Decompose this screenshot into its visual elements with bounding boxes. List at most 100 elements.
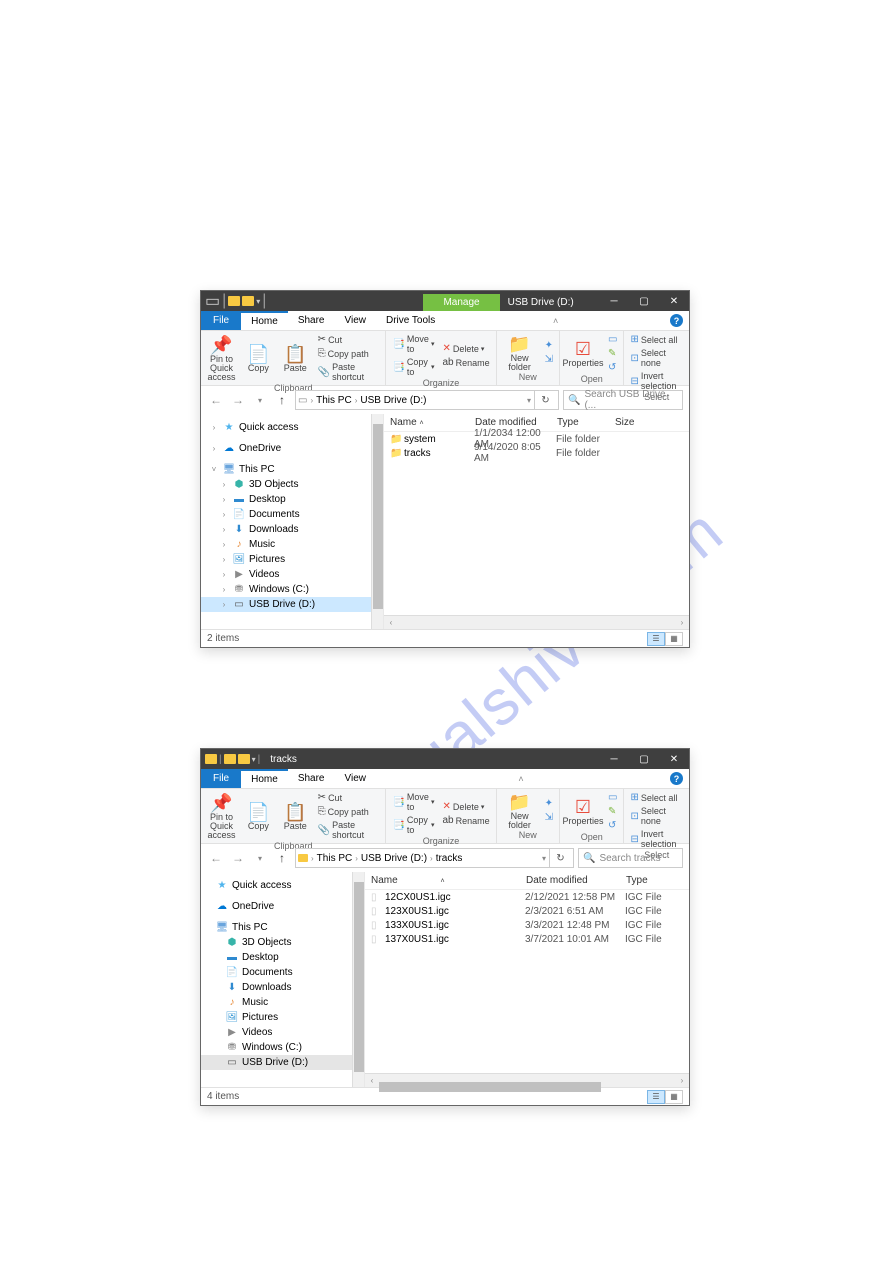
new-folder-button[interactable]: 📁 New folder: [501, 792, 539, 830]
nav-desktop[interactable]: ▬Desktop: [201, 950, 364, 965]
ribbon-collapse-icon[interactable]: ˄: [518, 774, 523, 784]
cut-button[interactable]: ✂Cut: [316, 333, 382, 346]
easy-access-button[interactable]: ⇲: [543, 811, 555, 824]
cut-button[interactable]: ✂Cut: [316, 791, 382, 804]
minimize-button[interactable]: ─: [599, 291, 629, 311]
nav-usb-d[interactable]: ▭USB Drive (D:): [201, 1055, 364, 1070]
invert-selection-button[interactable]: ⊟Invert selection: [628, 828, 685, 850]
col-type[interactable]: Type: [620, 875, 678, 886]
nav-documents[interactable]: 📄Documents: [201, 965, 364, 980]
pin-quick-access-button[interactable]: 📌 Pin to Quick access: [205, 335, 238, 382]
thumbnails-view-button[interactable]: ▦: [665, 1090, 683, 1104]
paste-button[interactable]: 📋 Paste: [279, 802, 312, 831]
breadcrumb-this-pc[interactable]: This PC: [317, 853, 353, 864]
menu-drive-tools[interactable]: Drive Tools: [376, 311, 445, 330]
nav-onedrive[interactable]: ☁OneDrive: [201, 899, 364, 914]
copy-path-button[interactable]: ⎘Copy path: [316, 805, 382, 818]
properties-button[interactable]: ☑ Properties: [564, 339, 602, 368]
copy-button[interactable]: 📄 Copy: [242, 344, 275, 373]
file-row[interactable]: ▯ 133X0US1.igc 3/3/2021 12:48 PM IGC Fil…: [365, 918, 689, 932]
move-to-button[interactable]: 📑Move to▾: [390, 333, 436, 355]
col-name[interactable]: Name ˄: [384, 417, 469, 428]
chevron-right-icon[interactable]: ›: [209, 444, 219, 453]
delete-button[interactable]: ✕Delete▾: [440, 800, 491, 813]
address-bar[interactable]: ▭ › This PC › USB Drive (D:) ▾ ↻: [295, 390, 559, 410]
help-icon[interactable]: ?: [670, 314, 683, 327]
col-date[interactable]: Date modified: [469, 417, 551, 428]
nav-forward-button[interactable]: →: [229, 391, 247, 409]
help-icon[interactable]: ?: [670, 772, 683, 785]
maximize-button[interactable]: ▢: [629, 291, 659, 311]
close-button[interactable]: ✕: [659, 291, 689, 311]
breadcrumb-usb-drive[interactable]: USB Drive (D:): [361, 853, 427, 864]
nav-up-button[interactable]: ↑: [273, 849, 291, 867]
nav-back-button[interactable]: ←: [207, 391, 225, 409]
new-folder-button[interactable]: 📁 New folder: [501, 334, 539, 372]
search-input[interactable]: 🔍 Search USB Drive (...: [563, 390, 683, 410]
col-date[interactable]: Date modified: [520, 875, 620, 886]
pin-quick-access-button[interactable]: 📌 Pin to Quick access: [205, 793, 238, 840]
new-item-button[interactable]: ✦: [543, 339, 555, 352]
menu-view[interactable]: View: [335, 311, 377, 330]
nav-usb-d[interactable]: ›▭USB Drive (D:): [201, 597, 383, 612]
nav-forward-button[interactable]: →: [229, 849, 247, 867]
nav-scrollbar[interactable]: [352, 872, 364, 1087]
copy-to-button[interactable]: 📑Copy to▾: [390, 814, 436, 836]
nav-quick-access[interactable]: ★Quick access: [201, 878, 364, 893]
nav-downloads[interactable]: ›⬇Downloads: [201, 522, 383, 537]
file-row[interactable]: ▯ 123X0US1.igc 2/3/2021 6:51 AM IGC File: [365, 904, 689, 918]
close-button[interactable]: ✕: [659, 749, 689, 769]
breadcrumb-this-pc[interactable]: This PC: [316, 395, 352, 406]
history-button[interactable]: ↺: [606, 361, 619, 374]
copy-path-button[interactable]: ⎘Copy path: [316, 347, 382, 360]
nav-windows-c[interactable]: ⛃Windows (C:): [201, 1040, 364, 1055]
scroll-right-icon[interactable]: ›: [675, 618, 689, 627]
delete-button[interactable]: ✕Delete▾: [440, 342, 491, 355]
chevron-right-icon[interactable]: ›: [219, 555, 229, 564]
select-none-button[interactable]: ⊡Select none: [628, 347, 685, 369]
file-row[interactable]: 📁 tracks 9/14/2020 8:05 AM File folder: [384, 446, 689, 460]
nav-windows-c[interactable]: ›⛃Windows (C:): [201, 582, 383, 597]
refresh-button[interactable]: ↻: [534, 391, 556, 409]
chevron-right-icon[interactable]: ›: [219, 525, 229, 534]
ribbon-collapse-icon[interactable]: ˄: [553, 316, 558, 326]
file-row[interactable]: ▯ 12CX0US1.igc 2/12/2021 12:58 PM IGC Fi…: [365, 890, 689, 904]
nav-recent-button[interactable]: ▾: [251, 391, 269, 409]
col-type[interactable]: Type: [551, 417, 609, 428]
nav-up-button[interactable]: ↑: [273, 391, 291, 409]
address-dropdown-icon[interactable]: ▾: [527, 396, 531, 405]
col-size[interactable]: Size: [609, 417, 689, 428]
menu-share[interactable]: Share: [288, 769, 335, 788]
chevron-right-icon[interactable]: ›: [219, 600, 229, 609]
nav-this-pc[interactable]: ˅🖥This PC: [201, 462, 383, 477]
chevron-right-icon[interactable]: ›: [209, 423, 219, 432]
details-view-button[interactable]: ☰: [647, 1090, 665, 1104]
col-name[interactable]: Name ˄: [365, 875, 520, 886]
scroll-left-icon[interactable]: ‹: [365, 1076, 379, 1085]
address-bar[interactable]: › This PC › USB Drive (D:) › tracks ▾ ↻: [295, 848, 574, 868]
nav-pictures[interactable]: ›🖼Pictures: [201, 552, 383, 567]
refresh-button[interactable]: ↻: [549, 849, 571, 867]
rename-button[interactable]: abRename: [440, 356, 491, 369]
select-all-button[interactable]: ⊞Select all: [628, 333, 685, 346]
menu-file[interactable]: File: [201, 311, 241, 330]
menu-file[interactable]: File: [201, 769, 241, 788]
paste-button[interactable]: 📋 Paste: [279, 344, 312, 373]
paste-shortcut-button[interactable]: 📎Paste shortcut: [316, 819, 382, 841]
nav-back-button[interactable]: ←: [207, 849, 225, 867]
properties-button[interactable]: ☑ Properties: [564, 797, 602, 826]
chevron-down-icon[interactable]: ˅: [209, 465, 219, 474]
details-view-button[interactable]: ☰: [647, 632, 665, 646]
thumbnails-view-button[interactable]: ▦: [665, 632, 683, 646]
horizontal-scrollbar[interactable]: ‹ ›: [365, 1073, 689, 1087]
chevron-right-icon[interactable]: ›: [219, 570, 229, 579]
nav-pictures[interactable]: 🖼Pictures: [201, 1010, 364, 1025]
search-input[interactable]: 🔍 Search tracks: [578, 848, 683, 868]
easy-access-button[interactable]: ⇲: [543, 353, 555, 366]
select-all-button[interactable]: ⊞Select all: [628, 791, 685, 804]
qat-dropdown-icon[interactable]: ▾: [256, 297, 260, 306]
nav-videos[interactable]: ›▶Videos: [201, 567, 383, 582]
menu-view[interactable]: View: [335, 769, 377, 788]
chevron-right-icon[interactable]: ›: [219, 510, 229, 519]
move-to-button[interactable]: 📑Move to▾: [390, 791, 436, 813]
